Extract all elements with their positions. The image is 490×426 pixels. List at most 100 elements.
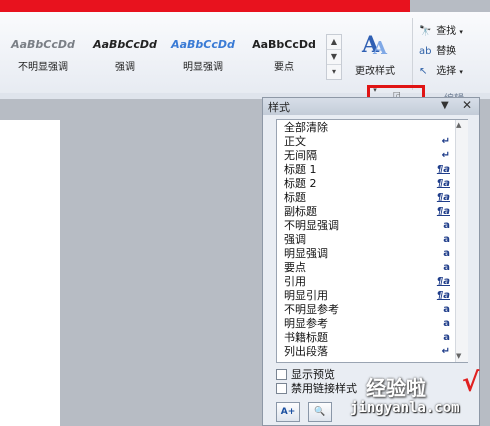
gallery-style-item[interactable]: AaBbCcDd 不明显强调: [4, 36, 82, 78]
style-list-item[interactable]: 明显参考 a: [284, 317, 452, 331]
style-type-icon: ↵: [441, 150, 450, 161]
pane-title: 样式: [268, 101, 290, 114]
gallery-style-item[interactable]: AaBbCcDd 明显强调: [164, 36, 242, 78]
checkbox-icon[interactable]: [276, 368, 287, 380]
style-type-icon: a: [443, 318, 450, 329]
gallery-down-icon[interactable]: ▼: [327, 50, 341, 65]
style-type-icon: a: [443, 304, 450, 315]
gallery-style-item[interactable]: AaBbCcDd 强调: [86, 36, 164, 78]
watermark-check-icon: √: [462, 368, 480, 398]
style-item-name: 标题 1: [284, 163, 317, 176]
watermark-text: 经验啦: [366, 376, 426, 400]
replace-icon: ab: [419, 46, 432, 57]
replace-button[interactable]: ab 替换: [419, 44, 456, 60]
watermark: 经验啦 √ jingyanla.com: [344, 368, 490, 426]
style-item-name: 明显引用: [284, 289, 328, 302]
style-type-icon: a: [443, 234, 450, 245]
change-styles-icon: A A: [361, 32, 388, 59]
style-type-icon: ¶a: [436, 178, 450, 189]
style-list-item[interactable]: 要点 a: [284, 261, 452, 275]
style-list-item[interactable]: 明显引用 ¶a: [284, 289, 452, 303]
style-type-icon: a: [443, 248, 450, 259]
style-item-name: 标题: [284, 191, 306, 204]
show-preview-checkbox[interactable]: 显示预览: [276, 368, 335, 382]
style-item-name: 不明显参考: [284, 303, 339, 316]
style-type-icon: ↵: [441, 346, 450, 357]
style-item-name: 正文: [284, 135, 306, 148]
style-type-icon: ¶a: [436, 192, 450, 203]
gallery-up-icon[interactable]: ▲: [327, 35, 341, 50]
style-list-item[interactable]: 标题 2 ¶a: [284, 177, 452, 191]
pane-options-icon[interactable]: ▼: [441, 100, 449, 111]
style-sample: AaBbCcDd: [252, 38, 316, 51]
style-list-item[interactable]: 强调 a: [284, 233, 452, 247]
style-list-item[interactable]: 列出段落 ↵: [284, 345, 452, 359]
style-list-item[interactable]: 标题 ¶a: [284, 191, 452, 205]
select-label: 选择: [436, 66, 457, 77]
style-item-name: 不明显强调: [284, 219, 339, 232]
style-list-item[interactable]: 正文 ↵: [284, 135, 452, 149]
scroll-up-icon[interactable]: ▲: [456, 121, 461, 129]
checkbox-icon[interactable]: [276, 382, 287, 394]
style-item-name: 要点: [284, 261, 306, 274]
style-type-icon: a: [443, 332, 450, 343]
style-list-item[interactable]: 无间隔 ↵: [284, 149, 452, 163]
style-item-name: 副标题: [284, 205, 317, 218]
style-item-name: 强调: [284, 233, 306, 246]
style-item-name: 标题 2: [284, 177, 317, 190]
style-item-name: 无间隔: [284, 149, 317, 162]
gallery-scrollbar[interactable]: ▲ ▼ ▾: [326, 34, 342, 80]
select-button[interactable]: ↖ 选择 ▾: [419, 64, 463, 80]
style-name: 明显强调: [183, 62, 223, 73]
binoculars-icon: 🔭: [419, 26, 432, 37]
style-type-icon: ¶a: [436, 276, 450, 287]
style-name: 不明显强调: [18, 62, 68, 73]
change-styles-button[interactable]: A A 更改样式 ▾: [344, 30, 406, 94]
style-sample: AaBbCcDd: [171, 38, 235, 51]
style-list-item[interactable]: 明显强调 a: [284, 247, 452, 261]
svg-text:A: A: [372, 38, 388, 56]
annotation-red-bar: [0, 0, 410, 12]
chevron-down-icon: ▾: [459, 28, 463, 36]
style-type-icon: ¶a: [436, 164, 450, 175]
close-icon[interactable]: ✕: [462, 98, 472, 112]
style-type-icon: a: [443, 262, 450, 273]
style-name: 强调: [115, 62, 135, 73]
gallery-style-item[interactable]: AaBbCcDd 要点: [244, 36, 324, 78]
style-list-item[interactable]: 不明显强调 a: [284, 219, 452, 233]
style-list-item[interactable]: 书籍标题 a: [284, 331, 452, 345]
document-page[interactable]: [0, 120, 60, 426]
style-item-name: 列出段落: [284, 345, 328, 358]
find-label: 查找: [436, 26, 457, 37]
style-item-name: 全部清除: [284, 121, 328, 134]
new-style-button[interactable]: A+: [276, 402, 300, 422]
new-style-icon: A+: [280, 407, 296, 417]
style-type-icon: ¶a: [436, 206, 450, 217]
gallery-more-icon[interactable]: ▾: [327, 65, 341, 79]
style-list-item[interactable]: 引用 ¶a: [284, 275, 452, 289]
style-list-item[interactable]: 标题 1 ¶a: [284, 163, 452, 177]
style-item-name: 引用: [284, 275, 306, 288]
style-type-icon: ↵: [441, 136, 450, 147]
style-type-icon: a: [443, 220, 450, 231]
watermark-url: jingyanla.com: [350, 400, 460, 416]
style-list-item[interactable]: 全部清除: [284, 121, 452, 135]
style-sample: AaBbCcDd: [93, 38, 157, 51]
cursor-icon: ↖: [419, 66, 428, 77]
style-item-name: 明显参考: [284, 317, 328, 330]
style-inspector-icon: 🔍: [314, 407, 326, 417]
style-list-item[interactable]: 不明显参考 a: [284, 303, 452, 317]
editing-group: 🔭 查找 ▾ ab 替换 ↖ 选择 ▾: [412, 18, 490, 90]
style-name: 要点: [274, 62, 294, 73]
chevron-down-icon: ▾: [459, 68, 463, 76]
change-styles-label: 更改样式: [355, 66, 395, 77]
find-button[interactable]: 🔭 查找 ▾: [419, 24, 463, 40]
style-list-item[interactable]: 副标题 ¶a: [284, 205, 452, 219]
style-item-name: 明显强调: [284, 247, 328, 260]
style-list-scrollbar[interactable]: [455, 120, 468, 362]
style-sample: AaBbCcDd: [11, 38, 75, 51]
style-item-name: 书籍标题: [284, 331, 328, 344]
style-inspector-button[interactable]: 🔍: [308, 402, 332, 422]
style-type-icon: ¶a: [436, 290, 450, 301]
scroll-down-icon[interactable]: ▼: [456, 352, 461, 360]
